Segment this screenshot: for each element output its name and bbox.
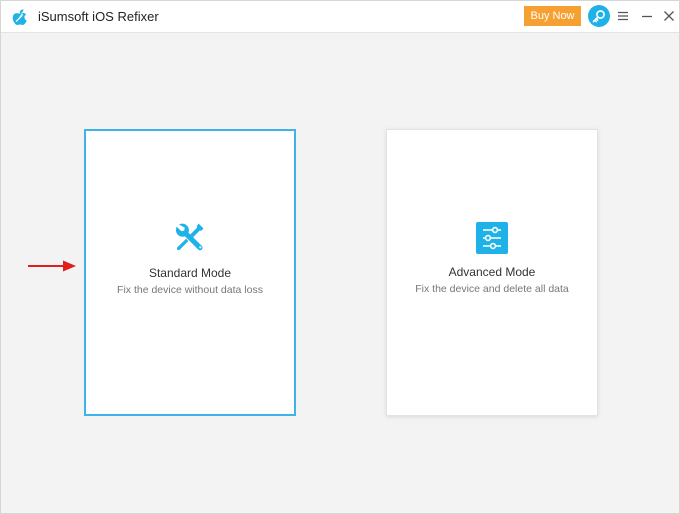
advanced-mode-title: Advanced Mode	[448, 265, 536, 279]
close-icon[interactable]	[662, 9, 676, 23]
app-title: iSumsoft iOS Refixer	[38, 9, 159, 24]
standard-mode-description: Fix the device without data loss	[117, 284, 263, 296]
title-bar: iSumsoft iOS Refixer Buy Now	[1, 1, 679, 33]
red-arrow-pointer-icon	[28, 260, 76, 272]
standard-mode-title: Standard Mode	[148, 266, 232, 280]
register-key-button[interactable]	[588, 5, 610, 27]
apple-wrench-logo-icon	[12, 9, 27, 26]
hamburger-menu-icon[interactable]	[616, 9, 630, 23]
sliders-icon	[476, 222, 508, 254]
advanced-mode-card[interactable]: Advanced Mode Fix the device and delete …	[386, 129, 598, 416]
key-icon	[592, 10, 605, 23]
standard-mode-card[interactable]: Standard Mode Fix the device without dat…	[84, 129, 296, 416]
minimize-icon[interactable]	[640, 9, 654, 23]
advanced-mode-description: Fix the device and delete all data	[415, 283, 569, 295]
tools-icon	[175, 223, 204, 251]
app-window: iSumsoft iOS Refixer Buy Now Standard Mo…	[0, 0, 680, 514]
buy-now-button[interactable]: Buy Now	[524, 6, 581, 26]
